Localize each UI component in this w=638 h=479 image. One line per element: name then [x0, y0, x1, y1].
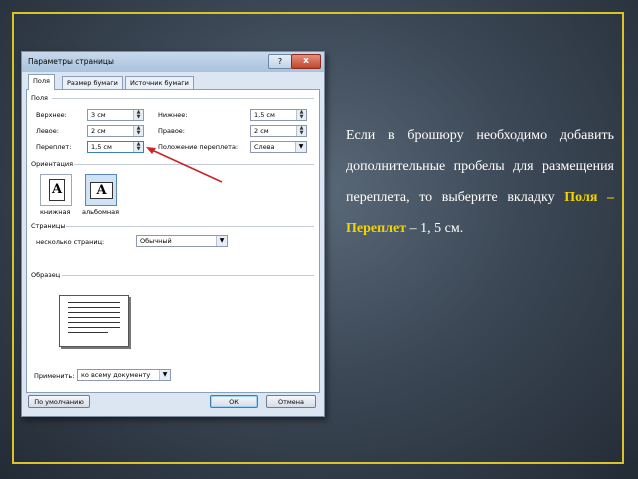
divider — [62, 275, 314, 276]
portrait-option[interactable]: A — [40, 174, 72, 206]
gutter-value: 1,5 см — [91, 143, 112, 151]
landscape-icon: A — [90, 182, 113, 199]
bottom-margin-value: 1,5 см — [254, 111, 275, 119]
landscape-option[interactable]: A — [85, 174, 117, 206]
top-margin-spinner[interactable]: 3 см ▲ ▼ — [87, 109, 144, 121]
multiple-pages-label: несколько страниц: — [36, 238, 105, 246]
red-arrow-icon — [146, 147, 223, 183]
multiple-pages-value: Обычный — [140, 237, 172, 245]
page-setup-dialog: Параметры страницы ? x Поля Размер бумаг… — [21, 51, 325, 417]
preview-section-title: Образец — [31, 271, 61, 279]
chevron-down-icon[interactable]: ▼ — [159, 370, 170, 380]
apply-to-select[interactable]: ко всему документу ▼ — [77, 369, 171, 381]
ok-button[interactable]: ОК — [210, 395, 258, 408]
gutter-spinner[interactable]: 1,5 см ▲ ▼ — [87, 141, 144, 153]
landscape-label: альбомная — [82, 208, 120, 216]
apply-to-label: Применить: — [34, 372, 75, 380]
gutter-position-value: Слева — [254, 143, 275, 151]
orientation-section-title: Ориентация — [31, 160, 74, 168]
chevron-down-icon[interactable]: ▼ — [216, 236, 227, 246]
set-default-button[interactable]: По умолчанию — [28, 395, 90, 408]
up-down-arrows-icon[interactable]: ▲ ▼ — [296, 110, 306, 120]
left-margin-value: 2 см — [91, 127, 106, 135]
right-margin-label: Правое: — [158, 127, 185, 135]
page-preview — [59, 295, 129, 347]
tab-paper-source[interactable]: Источник бумаги — [125, 76, 194, 89]
dialog-title: Параметры страницы — [28, 57, 114, 66]
gutter-label: Переплет: — [36, 143, 72, 151]
multiple-pages-select[interactable]: Обычный ▼ — [136, 235, 228, 247]
tab-margins[interactable]: Поля — [28, 74, 55, 90]
bottom-margin-label: Нижнее: — [158, 111, 188, 119]
close-button[interactable]: x — [291, 54, 321, 69]
chevron-down-icon[interactable]: ▼ — [295, 142, 306, 152]
margins-section-title: Поля — [31, 94, 48, 102]
right-margin-value: 2 см — [254, 127, 269, 135]
cancel-button[interactable]: Отмена — [266, 395, 316, 408]
gutter-position-select[interactable]: Слева ▼ — [250, 141, 307, 153]
right-margin-spinner[interactable]: 2 см ▲ ▼ — [250, 125, 307, 137]
top-margin-value: 3 см — [91, 111, 106, 119]
portrait-icon: A — [49, 179, 65, 201]
slide-body-text: Если в брошюру необходимо добавить допол… — [346, 120, 614, 244]
up-down-arrows-icon[interactable]: ▲ ▼ — [296, 126, 306, 136]
divider — [66, 226, 314, 227]
tab-paper-size[interactable]: Размер бумаги — [62, 76, 123, 89]
left-margin-label: Левое: — [36, 127, 59, 135]
pages-section-title: Страницы — [31, 222, 66, 230]
portrait-label: книжная — [40, 208, 71, 216]
body-text-end: – 1, 5 см. — [406, 221, 464, 236]
up-down-arrows-icon[interactable]: ▲ ▼ — [133, 110, 143, 120]
help-button[interactable]: ? — [268, 54, 292, 69]
up-down-arrows-icon[interactable]: ▲ ▼ — [133, 126, 143, 136]
left-margin-spinner[interactable]: 2 см ▲ ▼ — [87, 125, 144, 137]
dialog-titlebar: Параметры страницы ? x — [22, 52, 324, 72]
apply-to-value: ко всему документу — [81, 371, 151, 379]
divider — [52, 98, 314, 99]
top-margin-label: Верхнее: — [36, 111, 67, 119]
bottom-margin-spinner[interactable]: 1,5 см ▲ ▼ — [250, 109, 307, 121]
